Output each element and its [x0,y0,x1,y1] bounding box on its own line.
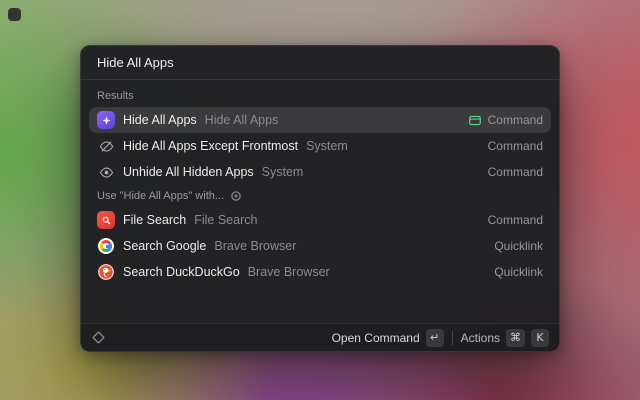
item-title: Unhide All Hidden Apps [123,165,254,179]
item-subtitle: System [262,165,304,179]
item-title: Search Google [123,239,206,253]
section-header-results: Results [89,85,551,107]
file-search-icon [97,211,115,229]
section-header-label: Use "Hide All Apps" with... [97,190,224,202]
item-accessory-label: Quicklink [494,265,543,279]
list-item-search-google[interactable]: Search Google Brave Browser Quicklink [89,233,551,259]
eye-icon [97,163,115,181]
item-accessory-label: Quicklink [494,239,543,253]
item-accessory: Command [468,113,543,127]
item-subtitle: Brave Browser [248,265,330,279]
google-icon [97,237,115,255]
item-subtitle: Hide All Apps [205,113,279,127]
eye-slash-icon [97,137,115,155]
list-item-hide-except-frontmost[interactable]: Hide All Apps Except Frontmost System Co… [89,133,551,159]
wallpaper-menubar-dot [8,8,21,21]
item-title: Search DuckDuckGo [123,265,240,279]
item-title: Hide All Apps [123,113,197,127]
list-item-unhide-all[interactable]: Unhide All Hidden Apps System Command [89,159,551,185]
footer-divider [452,331,453,345]
list-item-hide-all-apps[interactable]: Hide All Apps Hide All Apps Command [89,107,551,133]
item-subtitle: Brave Browser [214,239,296,253]
item-title: File Search [123,213,186,227]
actions-button[interactable]: Actions ⌘ K [461,329,549,347]
section-header-use-with: Use "Hide All Apps" with... [89,185,551,207]
section-header-label: Results [97,90,134,102]
item-subtitle: System [306,139,348,153]
duckduckgo-icon [97,263,115,281]
item-accessory-label: Command [488,139,543,153]
command-key-badge: ⌘ [506,329,525,347]
list-item-search-duckduckgo[interactable]: Search DuckDuckGo Brave Browser Quicklin… [89,259,551,285]
launcher-window: Hide All Apps Results Hide All Apps Hide… [80,45,560,352]
search-input[interactable]: Hide All Apps [81,46,559,80]
open-command-label: Open Command [332,331,420,345]
item-accessory-label: Command [488,165,543,179]
circle-dot-icon [230,190,242,202]
results-list: Results Hide All Apps Hide All Apps Comm… [81,80,559,285]
open-command-button[interactable]: Open Command ↵ [332,329,444,347]
item-accessory-label: Command [488,213,543,227]
item-title: Hide All Apps Except Frontmost [123,139,298,153]
hide-all-apps-icon [97,111,115,129]
item-subtitle: File Search [194,213,257,227]
app-logo-icon [91,330,106,345]
item-accessory-label: Command [488,113,543,127]
k-key-badge: K [531,329,549,347]
enter-key-badge: ↵ [426,329,444,347]
actions-label: Actions [461,331,500,345]
menubar-window-icon [468,114,482,127]
footer-bar: Open Command ↵ Actions ⌘ K [81,323,559,351]
list-item-file-search[interactable]: File Search File Search Command [89,207,551,233]
search-query-text: Hide All Apps [97,55,174,70]
